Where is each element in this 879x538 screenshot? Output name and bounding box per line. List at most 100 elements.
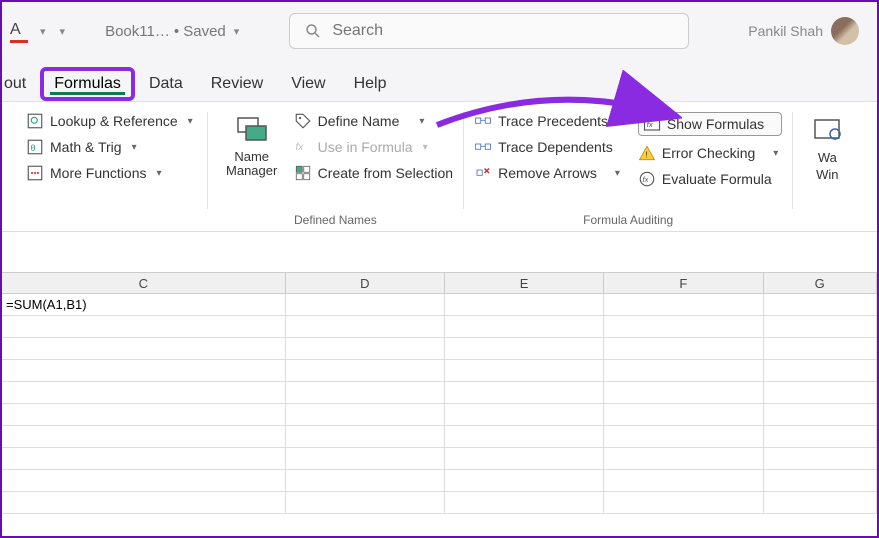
cell[interactable]	[286, 294, 445, 316]
tab-about[interactable]: out	[4, 67, 40, 101]
cell[interactable]	[2, 470, 286, 492]
cell[interactable]	[764, 294, 878, 316]
search-input[interactable]	[332, 22, 674, 40]
document-name[interactable]: Book11… • Saved ▾	[105, 23, 243, 40]
cell[interactable]	[445, 338, 604, 360]
cell[interactable]	[286, 404, 445, 426]
cell[interactable]	[286, 382, 445, 404]
cell[interactable]	[764, 338, 878, 360]
evaluate-formula-button[interactable]: fx Evaluate Formula	[638, 170, 782, 188]
cell[interactable]	[604, 492, 763, 514]
cell[interactable]	[2, 492, 286, 514]
cell-c1[interactable]: =SUM(A1,B1)	[2, 294, 286, 316]
cell[interactable]	[445, 470, 604, 492]
cell[interactable]	[2, 448, 286, 470]
evaluate-formula-icon: fx	[638, 170, 656, 188]
more-functions-icon	[26, 164, 44, 182]
trace-precedents-button[interactable]: Trace Precedents	[474, 112, 624, 130]
cell[interactable]	[2, 338, 286, 360]
col-header-e[interactable]: E	[445, 273, 604, 293]
cell[interactable]	[445, 492, 604, 514]
cell[interactable]	[604, 404, 763, 426]
svg-text:θ: θ	[31, 143, 36, 153]
math-icon: θ	[26, 138, 44, 156]
col-header-g[interactable]: G	[764, 273, 877, 293]
watch-window-button[interactable]: Wa Win	[803, 108, 851, 186]
lookup-reference-button[interactable]: Lookup & Reference▾	[26, 112, 197, 130]
title-bar: A ▾ ▾ Book11… • Saved ▾ Pankil Shah	[2, 2, 877, 60]
fx-icon: fx	[294, 138, 312, 156]
cell[interactable]	[764, 448, 878, 470]
tab-help[interactable]: Help	[340, 67, 401, 101]
search-box[interactable]	[289, 13, 689, 49]
trace-dependents-button[interactable]: Trace Dependents	[474, 138, 624, 156]
cell[interactable]	[286, 492, 445, 514]
cell[interactable]	[286, 470, 445, 492]
cell[interactable]	[2, 404, 286, 426]
cell[interactable]	[764, 360, 878, 382]
cell[interactable]	[286, 426, 445, 448]
font-color-button[interactable]: A	[10, 21, 30, 41]
cell[interactable]	[764, 382, 878, 404]
cell[interactable]	[445, 360, 604, 382]
error-checking-icon: !	[638, 144, 656, 162]
more-functions-button[interactable]: More Functions▾	[26, 164, 197, 182]
cell[interactable]	[604, 448, 763, 470]
search-icon	[304, 22, 322, 40]
error-checking-button[interactable]: ! Error Checking ▾	[638, 144, 782, 162]
col-header-f[interactable]: F	[604, 273, 763, 293]
cell[interactable]	[286, 448, 445, 470]
cell[interactable]	[286, 338, 445, 360]
cell[interactable]	[445, 426, 604, 448]
cell[interactable]	[445, 316, 604, 338]
math-trig-button[interactable]: θ Math & Trig▾	[26, 138, 197, 156]
cell[interactable]	[604, 316, 763, 338]
cell[interactable]	[445, 448, 604, 470]
cell[interactable]	[604, 470, 763, 492]
col-header-d[interactable]: D	[286, 273, 445, 293]
svg-text:!: !	[645, 151, 647, 160]
use-in-formula-button: fx Use in Formula▾	[294, 138, 453, 156]
create-selection-icon	[294, 164, 312, 182]
name-manager-button[interactable]: Name Manager	[218, 108, 286, 183]
tab-review[interactable]: Review	[197, 67, 277, 101]
user-account[interactable]: Pankil Shah	[748, 17, 859, 45]
cell[interactable]	[764, 316, 878, 338]
tab-view[interactable]: View	[277, 67, 339, 101]
cell[interactable]	[286, 360, 445, 382]
watch-window-icon	[809, 112, 845, 148]
chevron-down-icon[interactable]: ▾	[230, 25, 244, 38]
define-name-button[interactable]: Define Name ▾	[294, 112, 453, 130]
cell[interactable]	[604, 294, 763, 316]
name-manager-icon	[234, 112, 270, 148]
cell[interactable]	[2, 360, 286, 382]
cell[interactable]	[445, 404, 604, 426]
ribbon-tabs: out Formulas Data Review View Help	[2, 60, 877, 102]
cell[interactable]	[2, 382, 286, 404]
cell[interactable]	[604, 426, 763, 448]
show-formulas-button[interactable]: fx Show Formulas	[638, 112, 782, 136]
cell[interactable]	[445, 294, 604, 316]
doc-title: Book11…	[105, 23, 170, 40]
tab-formulas[interactable]: Formulas	[40, 67, 135, 101]
cell[interactable]	[604, 360, 763, 382]
cell[interactable]	[764, 492, 878, 514]
lookup-icon	[26, 112, 44, 130]
remove-arrows-button[interactable]: Remove Arrows ▾	[474, 164, 624, 182]
col-header-c[interactable]: C	[2, 273, 286, 293]
cell[interactable]	[604, 382, 763, 404]
cell[interactable]	[764, 404, 878, 426]
create-from-selection-button[interactable]: Create from Selection	[294, 164, 453, 182]
cell[interactable]	[445, 382, 604, 404]
cell[interactable]	[764, 470, 878, 492]
cell[interactable]	[286, 316, 445, 338]
cell[interactable]	[764, 426, 878, 448]
cell[interactable]	[604, 338, 763, 360]
svg-text:fx: fx	[642, 175, 648, 184]
chevron-down-icon[interactable]: ▾	[36, 25, 50, 38]
cell[interactable]	[2, 426, 286, 448]
tab-data[interactable]: Data	[135, 67, 197, 101]
table-row: =SUM(A1,B1)	[2, 294, 877, 316]
cell[interactable]	[2, 316, 286, 338]
chevron-down-icon[interactable]: ▾	[56, 25, 70, 38]
